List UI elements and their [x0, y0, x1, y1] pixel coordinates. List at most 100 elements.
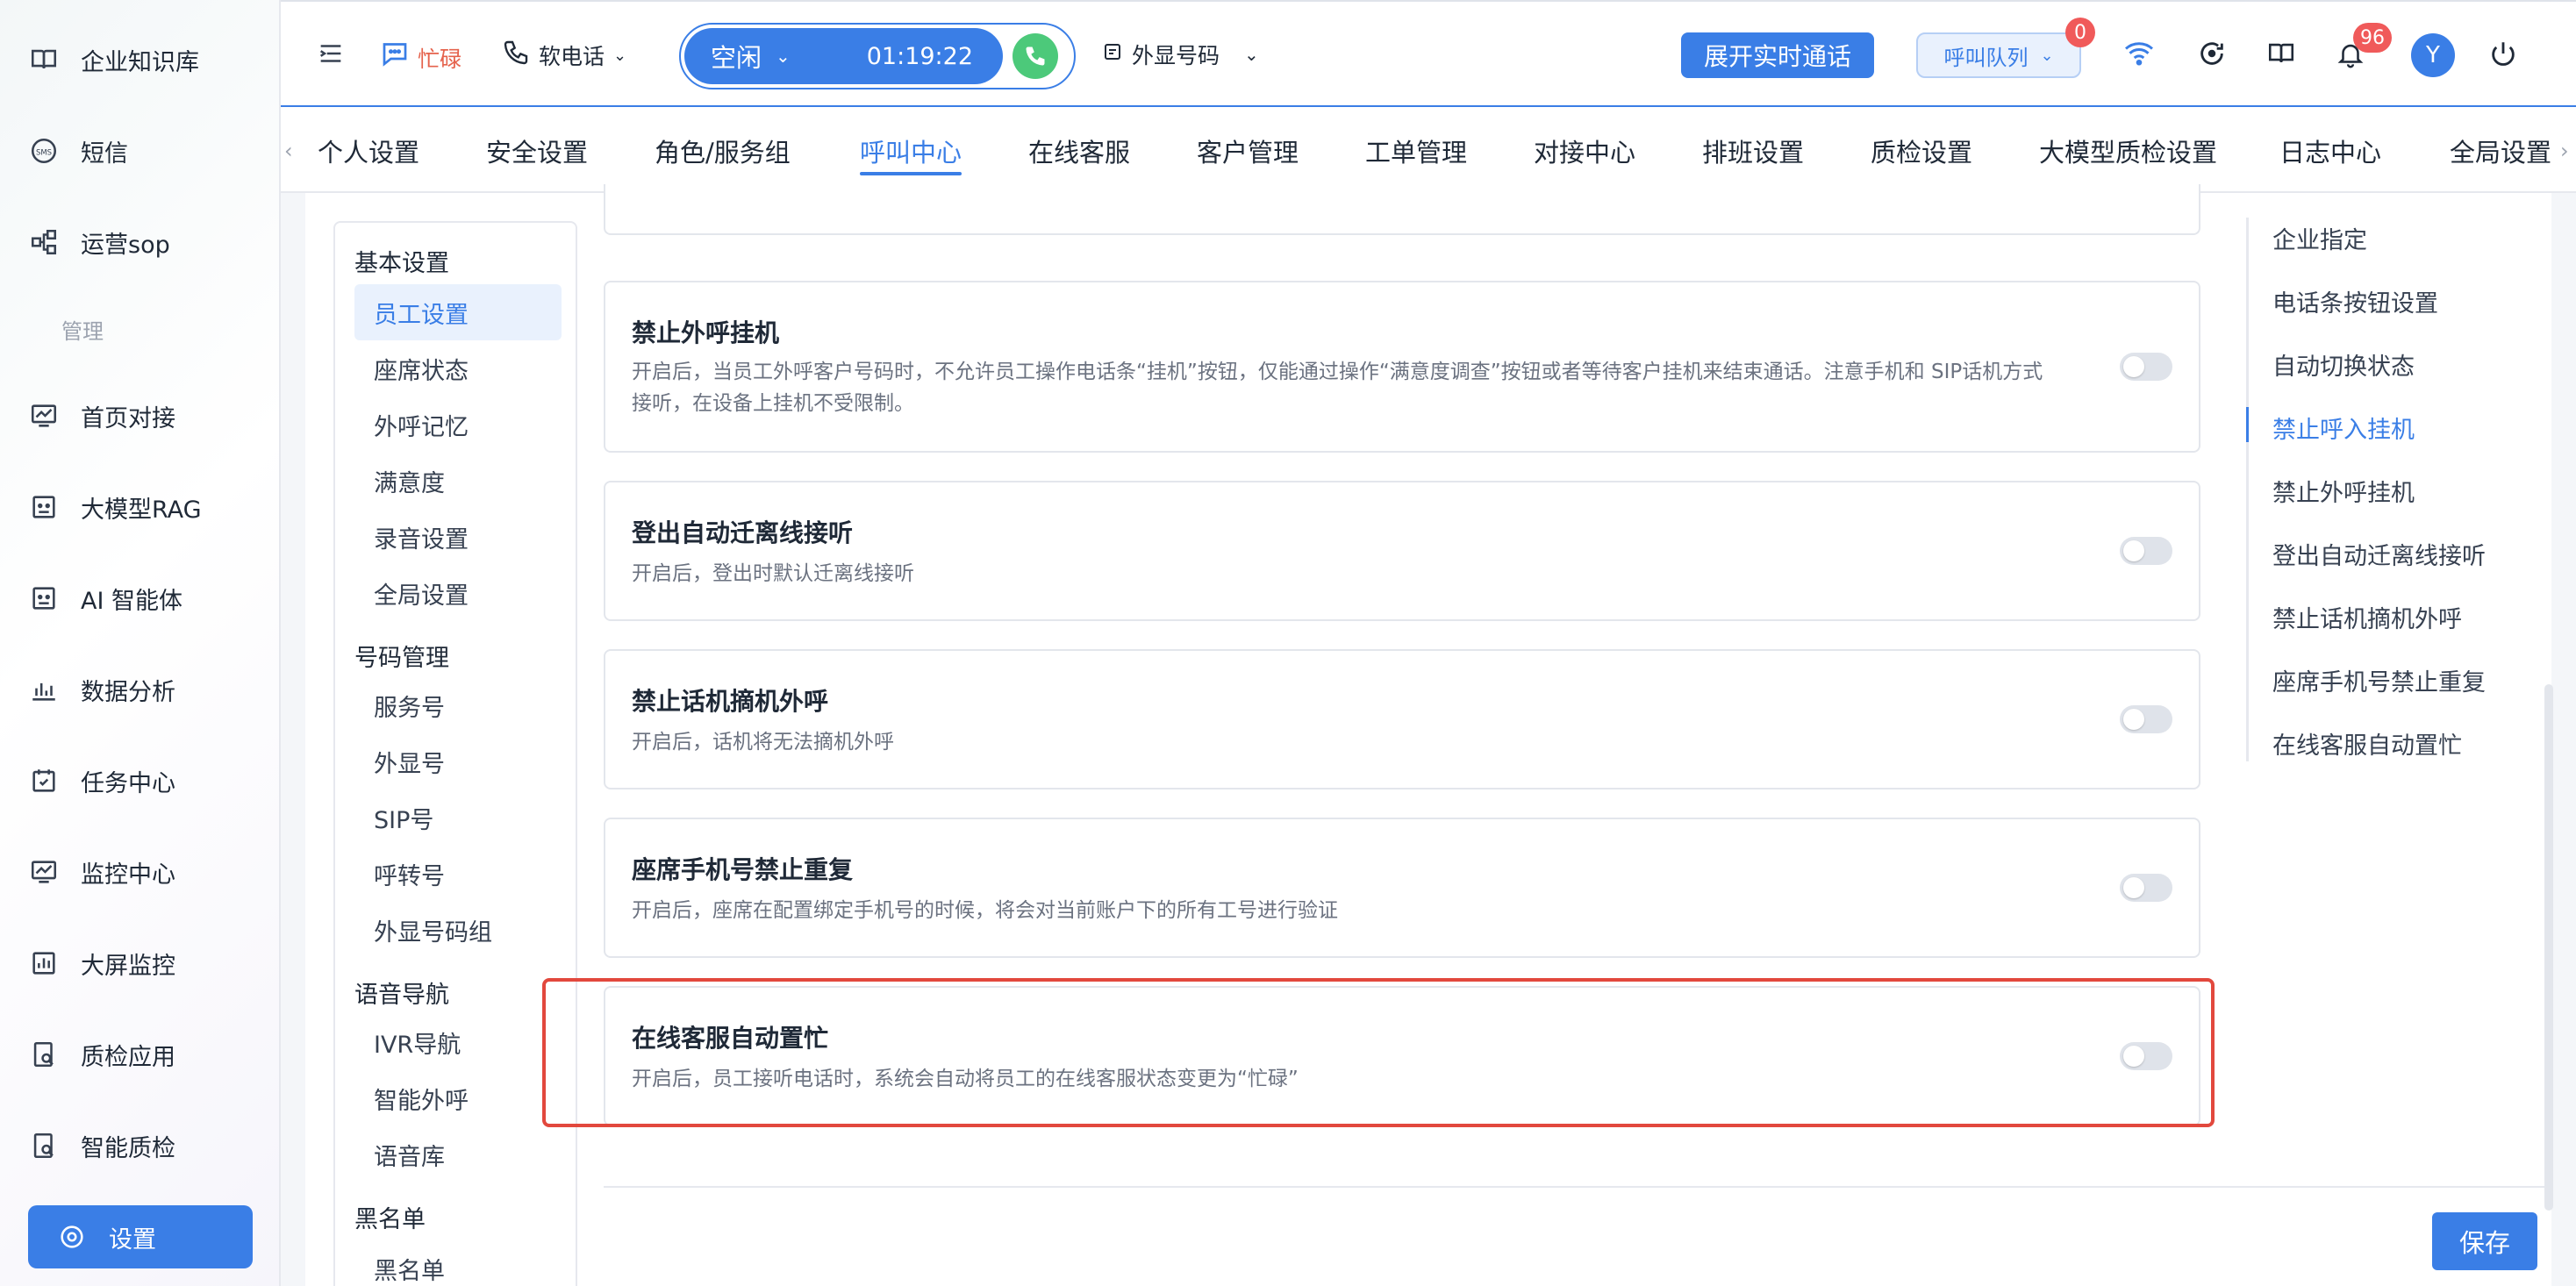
tab-quality[interactable]: 质检设置 — [1871, 125, 1972, 177]
forbid-outbound-hangup-toggle[interactable] — [2120, 353, 2172, 381]
tab-call-center[interactable]: 呼叫中心 — [860, 125, 962, 177]
subnav-item-display-number[interactable]: 外显号 — [354, 733, 562, 789]
footer-divider — [604, 1186, 2551, 1188]
tab-llm-quality[interactable]: 大模型质检设置 — [2039, 125, 2217, 177]
agent-status-pill[interactable]: 空闲 ⌄ 01:19:22 — [679, 23, 1076, 89]
tab-security[interactable]: 安全设置 — [486, 125, 588, 177]
forbid-offhook-dial-toggle[interactable] — [2120, 705, 2172, 733]
sidebar-item-label: 设置 — [109, 1225, 156, 1254]
top-bar: 忙碌 软电话 ⌄ 空闲 ⌄ 01:19:22 外显号码 ⌄ 展开实时通话 呼叫队… — [281, 0, 2576, 105]
subnav-item-satisfaction[interactable]: 满意度 — [354, 453, 562, 509]
tab-logs[interactable]: 日志中心 — [2279, 125, 2381, 177]
sidebar-item-data-analysis[interactable]: 数据分析 — [28, 658, 253, 721]
subnav-item-sip-number[interactable]: SIP号 — [354, 789, 562, 846]
anchor-link[interactable]: 禁止外呼挂机 — [2272, 474, 2415, 508]
sidebar-item-label: 数据分析 — [81, 678, 175, 706]
refresh-status-icon[interactable] — [2197, 39, 2227, 68]
svg-text:SMS: SMS — [36, 148, 52, 157]
tab-roles[interactable]: 角色/服务组 — [655, 125, 791, 177]
subnav-item-forward-number[interactable]: 呼转号 — [354, 846, 562, 902]
sidebar-item-ai-agent[interactable]: AI 智能体 — [28, 567, 253, 630]
chevron-down-icon: ⌄ — [2040, 46, 2054, 65]
avatar[interactable]: Y — [2411, 33, 2455, 77]
tab-online-service[interactable]: 在线客服 — [1028, 125, 1130, 177]
tab-customer[interactable]: 客户管理 — [1197, 125, 1299, 177]
sidebar-item-label: 质检应用 — [81, 1043, 175, 1071]
setting-card-forbid-offhook-dial: 禁止话机摘机外呼 开启后，话机将无法摘机外呼 — [604, 649, 2200, 789]
power-icon[interactable] — [2488, 39, 2518, 68]
subnav-item-global[interactable]: 全局设置 — [354, 565, 562, 621]
anchor-link[interactable]: 电话条按钮设置 — [2272, 284, 2438, 318]
realtime-call-button[interactable]: 展开实时通话 — [1681, 32, 1874, 78]
main-sidebar: 企业知识库 SMS 短信 运营sop 管理 首页对接 大模型RAG AI 智能体 — [0, 0, 281, 1286]
call-queue-dropdown[interactable]: 呼叫队列 ⌄ — [1916, 32, 2081, 78]
sidebar-item-knowledge-base[interactable]: 企业知识库 — [28, 28, 253, 91]
subnav-item-smart-outbound[interactable]: 智能外呼 — [354, 1070, 562, 1126]
sidebar-item-inspection-app[interactable]: 质检应用 — [28, 1023, 253, 1086]
subnav-group-blacklist: 黑名单 — [354, 1206, 426, 1233]
anchor-link[interactable]: 座席手机号禁止重复 — [2272, 663, 2486, 697]
tab-integration[interactable]: 对接中心 — [1534, 125, 1635, 177]
phone-icon — [502, 39, 530, 72]
tab-personal[interactable]: 个人设置 — [318, 125, 419, 177]
sms-icon: SMS — [28, 135, 60, 167]
setting-title: 座席手机号禁止重复 — [632, 855, 854, 884]
sidebar-item-home-integration[interactable]: 首页对接 — [28, 384, 253, 447]
anchor-link[interactable]: 禁止话机摘机外呼 — [2272, 600, 2462, 634]
agent-status-selector[interactable]: 空闲 ⌄ 01:19:22 — [684, 28, 1003, 84]
subnav-item-blacklist[interactable]: 黑名单 — [354, 1240, 562, 1286]
tab-global[interactable]: 全局设置 — [2450, 125, 2551, 177]
call-button[interactable] — [1013, 33, 1058, 79]
agent-icon — [28, 582, 60, 614]
setting-description: 开启后，座席在配置绑定手机号的时候，将会对当前账户下的所有工号进行验证 — [632, 899, 1338, 922]
sidebar-item-big-screen[interactable]: 大屏监控 — [28, 932, 253, 995]
subnav-item-voice-library[interactable]: 语音库 — [354, 1126, 562, 1182]
anchor-link-active[interactable]: 禁止呼入挂机 — [2272, 411, 2415, 445]
menu-collapse-icon[interactable] — [316, 39, 346, 68]
outbound-number-dropdown[interactable]: 外显号码 ⌄ — [1102, 39, 1259, 70]
busy-status[interactable]: 忙碌 — [379, 37, 462, 74]
sidebar-item-task-center[interactable]: 任务中心 — [28, 749, 253, 812]
notification-count-badge: 96 — [2353, 23, 2392, 53]
settings-tab-bar: ‹ 个人设置 安全设置 角色/服务组 呼叫中心 在线客服 客户管理 工单管理 对… — [281, 105, 2576, 193]
calendar-check-icon — [28, 765, 60, 797]
wifi-icon[interactable] — [2122, 37, 2157, 68]
anchor-link[interactable]: 企业指定 — [2272, 221, 2367, 255]
book-open-icon[interactable] — [2265, 39, 2297, 68]
chat-bubble-icon — [379, 38, 411, 73]
subnav-group-numbers: 号码管理 — [354, 645, 449, 672]
softphone-dropdown[interactable]: 软电话 ⌄ — [502, 39, 626, 72]
sidebar-item-monitor-center[interactable]: 监控中心 — [28, 840, 253, 904]
sidebar-section-manage: 管理 — [61, 319, 104, 344]
subnav-item-ivr[interactable]: IVR导航 — [354, 1014, 562, 1070]
anchor-link[interactable]: 登出自动迁离线接听 — [2272, 537, 2486, 571]
tab-scheduling[interactable]: 排班设置 — [1702, 125, 1804, 177]
sidebar-item-label: 智能质检 — [81, 1134, 175, 1162]
tab-scroll-left-icon[interactable]: ‹ — [284, 125, 293, 177]
sidebar-item-label: 任务中心 — [81, 769, 175, 797]
tab-tickets[interactable]: 工单管理 — [1365, 125, 1467, 177]
logout-offline-toggle[interactable] — [2120, 537, 2172, 565]
page-scrollbar[interactable] — [2544, 684, 2553, 1211]
subnav-item-recording[interactable]: 录音设置 — [354, 509, 562, 565]
subnav-item-call-memory[interactable]: 外呼记忆 — [354, 397, 562, 453]
save-button[interactable]: 保存 — [2432, 1212, 2537, 1270]
subnav-item-staff[interactable]: 员工设置 — [354, 284, 562, 340]
setting-title: 登出自动迁离线接听 — [632, 518, 854, 547]
sidebar-item-rag[interactable]: 大模型RAG — [28, 475, 253, 539]
subnav-item-service-number[interactable]: 服务号 — [354, 677, 562, 733]
subnav-item-seat-status[interactable]: 座席状态 — [354, 340, 562, 397]
book-icon — [28, 44, 60, 75]
unique-mobile-toggle[interactable] — [2120, 874, 2172, 902]
sidebar-item-settings[interactable]: 设置 — [28, 1205, 253, 1268]
sidebar-item-label: 监控中心 — [81, 861, 175, 889]
anchor-link[interactable]: 自动切换状态 — [2272, 347, 2415, 382]
sidebar-item-sop[interactable]: 运营sop — [28, 211, 253, 274]
tab-scroll-right-icon[interactable]: › — [2560, 125, 2569, 177]
anchor-link[interactable]: 在线客服自动置忙 — [2272, 726, 2462, 761]
subnav-item-display-group[interactable]: 外显号码组 — [354, 902, 562, 958]
sidebar-item-sms[interactable]: SMS 短信 — [28, 119, 253, 182]
sidebar-item-smart-inspection[interactable]: 智能质检 — [28, 1114, 253, 1177]
status-label: 空闲 — [711, 43, 762, 73]
setting-card-previous — [604, 184, 2200, 235]
